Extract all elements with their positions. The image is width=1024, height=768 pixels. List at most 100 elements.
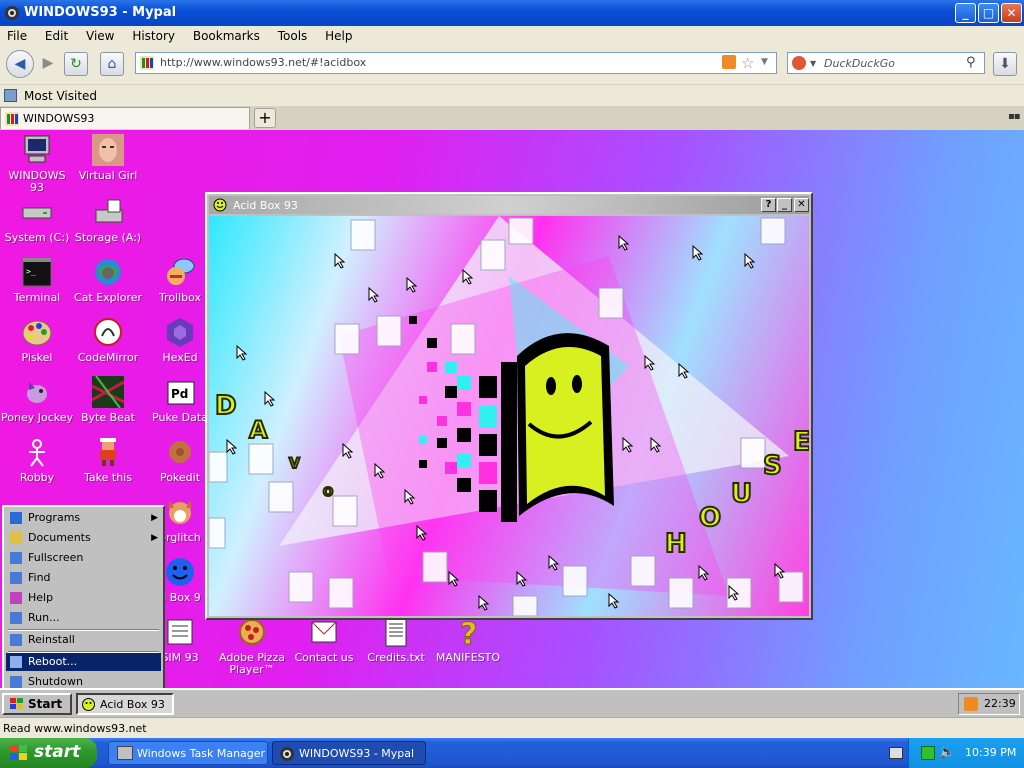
pony-icon: [21, 376, 53, 408]
desktop-icon-poney-jockey[interactable]: Poney Jockey: [1, 376, 73, 424]
icon-label: Terminal: [13, 291, 61, 304]
desktop-icon-windows93[interactable]: WINDOWS 93: [1, 134, 73, 194]
menu-bookmarks[interactable]: Bookmarks: [186, 26, 267, 43]
icon-label: Cat Explorer: [73, 291, 143, 304]
windows93-desktop[interactable]: WINDOWS 93 Virtual Girl System (C:) Stor…: [0, 130, 1024, 717]
menu-item-help[interactable]: Help: [6, 589, 161, 607]
desktop-icon-credits[interactable]: Credits.txt: [360, 616, 432, 664]
desktop-icon-virtual-girl[interactable]: Virtual Girl: [72, 134, 144, 182]
browser-status-bar: Read www.windows93.net: [0, 717, 1024, 739]
search-bar[interactable]: ▼ DuckDuckGo ⚲: [787, 52, 985, 74]
desktop-icon-storage-a[interactable]: Storage (A:): [72, 196, 144, 244]
menu-view[interactable]: View: [79, 26, 121, 43]
chat-icon: [164, 256, 196, 288]
url-bar[interactable]: http://www.windows93.net/#!acidbox ☆ ▼: [135, 52, 777, 74]
menu-item-label: Help: [28, 591, 54, 604]
svg-text:Pd: Pd: [171, 387, 188, 401]
desktop-icon-manifesto[interactable]: ? MANIFESTO: [432, 616, 504, 664]
submenu-arrow-icon: ▶: [151, 533, 158, 543]
menu-edit[interactable]: Edit: [38, 26, 75, 43]
acid-box-window[interactable]: Acid Box 93 ? _ ✕ D A V O H O U S E: [205, 192, 813, 620]
icon-label: Robby: [19, 471, 55, 484]
menu-item-programs[interactable]: Programs ▶: [6, 509, 161, 527]
desktop-icon-terminal[interactable]: >_ Terminal: [1, 256, 73, 304]
bookmark-most-visited[interactable]: Most Visited: [24, 89, 97, 103]
duckduckgo-icon[interactable]: [792, 56, 806, 70]
tab-list-icon[interactable]: ▪▪: [1008, 111, 1021, 122]
plus-icon: +: [258, 108, 272, 127]
xp-task-task-manager[interactable]: Windows Task Manager: [108, 741, 268, 765]
minimize-button[interactable]: _: [955, 3, 976, 23]
search-engine-dropdown-icon[interactable]: ▼: [810, 59, 816, 68]
smiley-icon: [164, 556, 196, 588]
xp-task-label: WINDOWS93 - Mypal: [299, 747, 415, 760]
acid-letter: V: [289, 456, 300, 472]
icon-label: System (C:): [4, 231, 70, 244]
browser-title-bar[interactable]: WINDOWS93 - Mypal _ □ ✕: [0, 0, 1024, 26]
home-button[interactable]: ⌂: [100, 52, 124, 76]
rss-icon[interactable]: [964, 697, 978, 711]
menu-item-documents[interactable]: Documents ▶: [6, 529, 161, 547]
submenu-arrow-icon: ▶: [151, 513, 158, 523]
keyboard-icon[interactable]: [889, 747, 903, 759]
acid-help-button[interactable]: ?: [761, 198, 776, 212]
menu-item-reboot[interactable]: Reboot...: [6, 653, 161, 671]
bookmark-star-icon[interactable]: ☆: [741, 54, 754, 72]
xp-start-button[interactable]: start: [0, 738, 97, 768]
close-button[interactable]: ✕: [1001, 3, 1022, 23]
new-tab-button[interactable]: +: [254, 108, 276, 128]
acid-letter: O: [323, 485, 333, 499]
menu-file[interactable]: File: [0, 26, 34, 43]
download-arrow-icon: ⬇: [999, 56, 1011, 72]
search-icon[interactable]: ⚲: [966, 55, 976, 70]
status-text: Read www.windows93.net: [3, 722, 147, 735]
menu-help[interactable]: Help: [318, 26, 359, 43]
menu-item-label: Run...: [28, 611, 60, 624]
desktop-icon-byte-beat[interactable]: Byte Beat: [72, 375, 144, 424]
w93-start-button[interactable]: Start: [2, 693, 72, 715]
w93-task-acid-box[interactable]: Acid Box 93: [76, 693, 174, 715]
icon-label: Credits.txt: [367, 651, 425, 664]
desktop-icon-adobe-pizza[interactable]: Adobe Pizza Player™: [216, 616, 288, 676]
network-icon[interactable]: [921, 746, 935, 760]
desktop-icon-take-this[interactable]: Take this: [72, 436, 144, 484]
w93-task-label: Acid Box 93: [100, 698, 165, 711]
icon-label: Adobe Pizza Player™: [218, 651, 286, 676]
volume-icon[interactable]: 🔈: [939, 745, 955, 760]
xp-system-tray: 🔈 10:39 PM: [889, 738, 1024, 768]
pizza-icon: [236, 616, 268, 648]
menu-tools[interactable]: Tools: [271, 26, 315, 43]
acid-visual: D A V O H O U S E: [209, 216, 809, 616]
desktop-icon-piskel[interactable]: Piskel: [1, 316, 73, 364]
menu-item-run[interactable]: Run...: [6, 609, 161, 627]
xp-task-mypal[interactable]: WINDOWS93 - Mypal: [272, 741, 426, 765]
icon-label: CodeMirror: [77, 351, 139, 364]
acid-letter: U: [731, 479, 752, 509]
reload-button[interactable]: ↻: [64, 52, 88, 76]
acid-smiley-icon: [82, 698, 95, 711]
back-button[interactable]: ◀: [6, 50, 34, 78]
acid-minimize-button[interactable]: _: [777, 198, 792, 212]
maximize-button[interactable]: □: [978, 3, 999, 23]
downloads-button[interactable]: ⬇: [993, 52, 1017, 76]
dog-icon: [164, 496, 196, 528]
menu-history[interactable]: History: [125, 26, 182, 43]
desktop-icon-system-c[interactable]: System (C:): [1, 196, 73, 244]
menu-item-find[interactable]: Find: [6, 569, 161, 587]
desktop-icon-codemirror[interactable]: CodeMirror: [72, 316, 144, 364]
tab-windows93[interactable]: WINDOWS93: [0, 107, 250, 129]
url-dropdown-icon[interactable]: ▼: [761, 57, 768, 67]
desktop-icon-cat-explorer[interactable]: Cat Explorer: [72, 256, 144, 304]
forward-button[interactable]: ▶: [36, 52, 60, 76]
acid-close-button[interactable]: ✕: [794, 198, 809, 212]
rss-feed-icon[interactable]: [722, 55, 736, 69]
window-title: WINDOWS93 - Mypal: [24, 5, 177, 20]
w93-taskbar: Start Acid Box 93 22:39: [0, 688, 1024, 717]
menu-item-fullscreen[interactable]: Fullscreen: [6, 549, 161, 567]
desktop-icon-robby[interactable]: Robby: [1, 436, 73, 484]
acid-box-canvas[interactable]: D A V O H O U S E: [209, 216, 809, 616]
acid-box-title: Acid Box 93: [233, 199, 298, 212]
menu-item-reinstall[interactable]: Reinstall: [6, 631, 161, 649]
acid-box-title-bar[interactable]: Acid Box 93 ? _ ✕: [209, 196, 809, 214]
desktop-icon-contact-us[interactable]: Contact us: [288, 616, 360, 664]
